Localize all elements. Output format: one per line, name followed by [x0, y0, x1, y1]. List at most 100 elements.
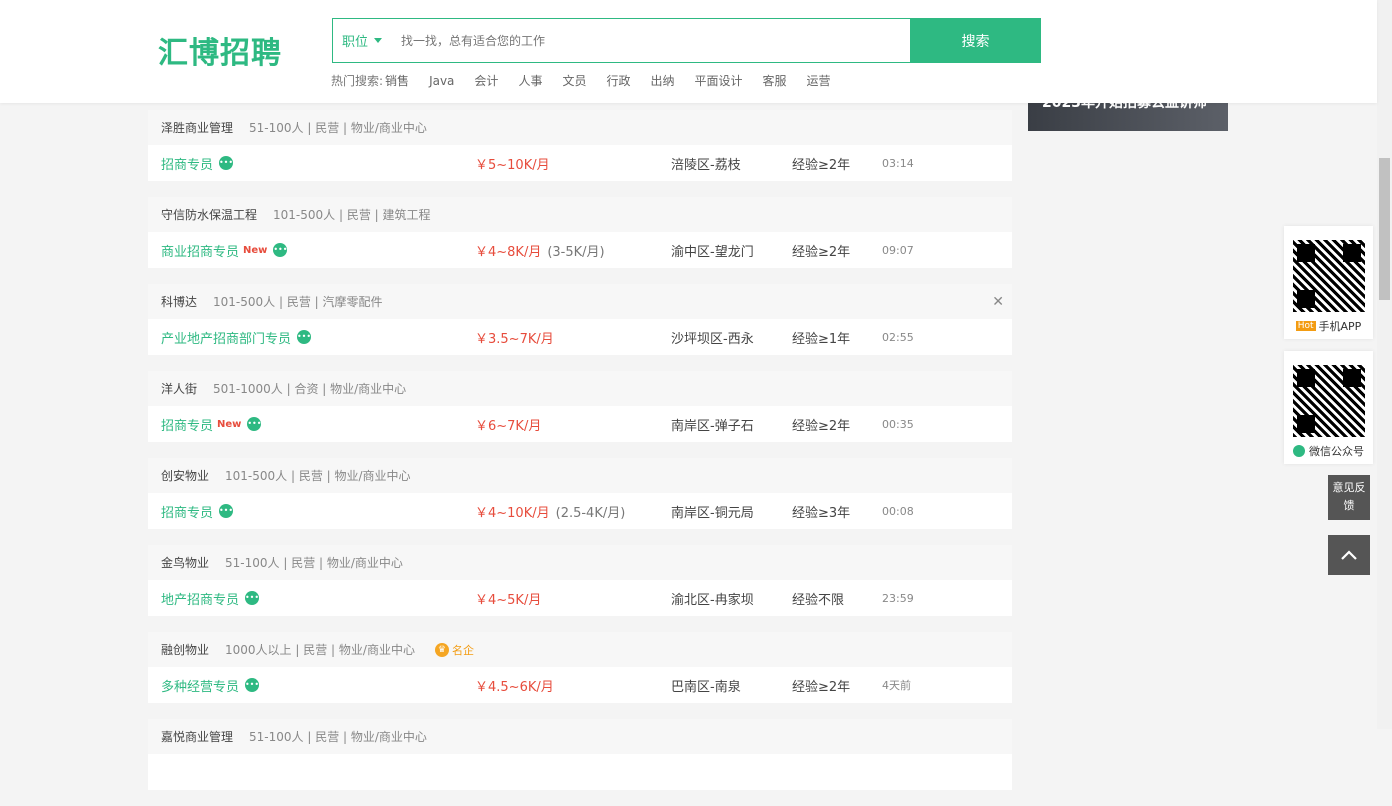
- job-title[interactable]: 产业地产招商部门专员 •••: [161, 328, 311, 347]
- post-time: 23:59: [882, 591, 914, 605]
- hot-word-customer-service[interactable]: 客服: [763, 72, 787, 89]
- company-name[interactable]: 泽胜商业管理: [161, 119, 233, 136]
- search-input[interactable]: [391, 19, 910, 62]
- post-time: 03:14: [882, 156, 914, 170]
- job-card: 守信防水保温工程 101-500人 | 民营 | 建筑工程 商业招商专员 New •…: [148, 197, 1012, 268]
- job-detail-row: 多种经营专员 ••• ￥4.5~6K/月 巴南区-南泉 经验≥2年 4天前: [148, 667, 1012, 703]
- company-meta: 51-100人 | 民营 | 物业/商业中心: [225, 556, 403, 570]
- company-row: 创安物业 101-500人 | 民营 | 物业/商业中心: [148, 458, 1012, 493]
- job-title-text: 商业招商专员: [161, 244, 240, 260]
- header: 汇博招聘 职位 搜索 热门搜索: 销售 Java 会计 人事 文员 行政 出纳 …: [0, 0, 1377, 103]
- experience: 经验≥2年: [792, 244, 851, 260]
- wechat-qr-card[interactable]: 微信公众号: [1284, 351, 1373, 464]
- company-row: 洋人街 501-1000人 | 合资 | 物业/商业中心: [148, 371, 1012, 406]
- job-card: 融创物业 1000人以上 | 民营 | 物业/商业中心 ♛ 名企 多种经营专员 ••…: [148, 632, 1012, 703]
- hot-word-sales[interactable]: 销售: [385, 72, 409, 89]
- chat-icon[interactable]: •••: [219, 156, 233, 170]
- job-title-text: 多种经营专员: [161, 679, 240, 695]
- job-title[interactable]: 招商专员 •••: [161, 502, 233, 521]
- post-time: 09:07: [882, 243, 914, 257]
- location: 南岸区-弹子石: [671, 418, 754, 434]
- job-title[interactable]: 招商专员 •••: [161, 154, 233, 173]
- post-time: 00:08: [882, 504, 914, 518]
- chevron-up-icon: [1341, 550, 1357, 560]
- logo[interactable]: 汇博招聘: [158, 28, 282, 72]
- location: 沙坪坝区-西永: [671, 331, 754, 347]
- hot-tag: Hot: [1295, 321, 1316, 331]
- back-to-top-button[interactable]: [1328, 535, 1370, 575]
- salary-original: (3-5K/月): [547, 244, 605, 260]
- chat-icon[interactable]: •••: [297, 330, 311, 344]
- post-time: 00:35: [882, 417, 914, 431]
- company-name[interactable]: 嘉悦商业管理: [161, 728, 233, 745]
- close-icon[interactable]: ✕: [992, 294, 1004, 310]
- hot-word-graphic-design[interactable]: 平面设计: [695, 72, 743, 89]
- job-title-text: 地产招商专员: [161, 592, 240, 608]
- chat-icon[interactable]: •••: [245, 591, 259, 605]
- company-name[interactable]: 金鸟物业: [161, 554, 209, 571]
- app-qr-label: Hot 手机APP: [1284, 318, 1373, 340]
- hot-word-java[interactable]: Java: [429, 74, 454, 88]
- salary: ￥3.5~7K/月: [475, 331, 554, 347]
- hot-word-admin[interactable]: 行政: [606, 72, 630, 89]
- company-meta: 101-500人 | 民营 | 建筑工程: [273, 208, 431, 222]
- chat-icon[interactable]: •••: [219, 504, 233, 518]
- job-title-text: 产业地产招商部门专员: [161, 331, 292, 347]
- company-meta: 501-1000人 | 合资 | 物业/商业中心: [213, 382, 407, 396]
- salary: ￥5~10K/月: [475, 157, 550, 173]
- scrollbar[interactable]: [1377, 0, 1392, 729]
- company-meta: 101-500人 | 民营 | 汽摩零配件: [213, 295, 383, 309]
- salary: ￥4~5K/月: [475, 592, 542, 608]
- company-name[interactable]: 科博达: [161, 293, 197, 310]
- search-category-select[interactable]: 职位: [333, 19, 391, 62]
- job-detail-row: 招商专员 New ••• ￥6~7K/月 南岸区-弹子石 经验≥2年 00:35: [148, 406, 1012, 442]
- search-bar: 职位 搜索: [332, 18, 1041, 63]
- company-name[interactable]: 洋人街: [161, 380, 197, 397]
- experience: 经验≥2年: [792, 418, 851, 434]
- salary-value: ￥4~8K/月: [475, 244, 542, 260]
- hot-search-label: 热门搜索:: [331, 74, 384, 88]
- new-tag: New: [243, 244, 268, 256]
- salary-value: ￥4~10K/月: [475, 505, 550, 521]
- company-name[interactable]: 守信防水保温工程: [161, 206, 257, 223]
- hot-word-cashier[interactable]: 出纳: [650, 72, 674, 89]
- chat-icon[interactable]: •••: [247, 417, 261, 431]
- company-name[interactable]: 创安物业: [161, 467, 209, 484]
- company-name[interactable]: 融创物业: [161, 641, 209, 658]
- location: 南岸区-铜元局: [671, 505, 754, 521]
- wechat-icon: [1293, 445, 1305, 457]
- job-detail-row: 产业地产招商部门专员 ••• ￥3.5~7K/月 沙坪坝区-西永 经验≥1年 02…: [148, 319, 1012, 355]
- job-detail-row: 商业招商专员 New ••• ￥4~8K/月 (3-5K/月) 渝中区-望龙门 经验≥…: [148, 232, 1012, 268]
- new-tag: New: [217, 418, 242, 430]
- hot-word-clerk[interactable]: 文员: [562, 72, 586, 89]
- feedback-button[interactable]: 意见反馈: [1328, 475, 1370, 520]
- company-meta: 101-500人 | 民营 | 物业/商业中心: [225, 469, 411, 483]
- company-meta: 51-100人 | 民营 | 物业/商业中心: [249, 121, 427, 135]
- job-title[interactable]: 招商专员 New •••: [161, 415, 261, 434]
- hot-word-hr[interactable]: 人事: [518, 72, 542, 89]
- wechat-label: 微信公众号: [1309, 445, 1364, 458]
- job-title-text: 招商专员: [161, 505, 214, 521]
- search-category-label: 职位: [341, 35, 368, 50]
- experience: 经验≥2年: [792, 157, 851, 173]
- job-title[interactable]: 多种经营专员 •••: [161, 676, 259, 695]
- app-qr-card[interactable]: Hot 手机APP: [1284, 226, 1373, 339]
- job-card: 金鸟物业 51-100人 | 民营 | 物业/商业中心 地产招商专员 ••• ￥4…: [148, 545, 1012, 616]
- search-button[interactable]: 搜索: [910, 18, 1041, 63]
- job-title-text: 招商专员: [161, 418, 214, 434]
- job-card: 创安物业 101-500人 | 民营 | 物业/商业中心 招商专员 ••• ￥4~…: [148, 458, 1012, 529]
- app-label: 手机APP: [1318, 320, 1362, 333]
- job-title[interactable]: 地产招商专员 •••: [161, 589, 259, 608]
- scrollbar-thumb[interactable]: [1379, 158, 1390, 300]
- job-title[interactable]: 商业招商专员 New •••: [161, 241, 287, 260]
- experience: 经验≥2年: [792, 679, 851, 695]
- hot-word-accounting[interactable]: 会计: [474, 72, 498, 89]
- hot-word-operations[interactable]: 运营: [807, 72, 831, 89]
- company-row: 泽胜商业管理 51-100人 | 民营 | 物业/商业中心: [148, 110, 1012, 145]
- company-row: 守信防水保温工程 101-500人 | 民营 | 建筑工程: [148, 197, 1012, 232]
- job-card: 洋人街 501-1000人 | 合资 | 物业/商业中心 招商专员 New ••• …: [148, 371, 1012, 442]
- chat-icon[interactable]: •••: [273, 243, 287, 257]
- chat-icon[interactable]: •••: [245, 678, 259, 692]
- caret-down-icon: [374, 38, 382, 43]
- post-time: 02:55: [882, 330, 914, 344]
